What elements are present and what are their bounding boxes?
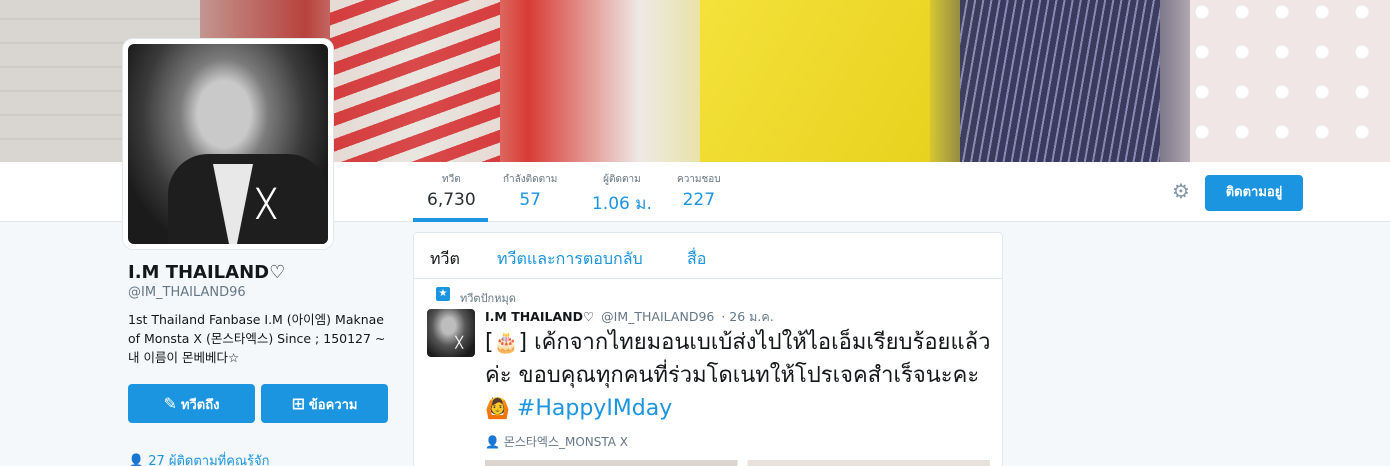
profile-name[interactable]: I.M THAILAND♡ [128,262,285,283]
tweet-text: [🎂] เค้กจากไทยมอนเบเบ้ส่งไปให้ไอเอ็มเรีย… [485,326,995,425]
stat-following[interactable]: กำลังติดตาม 57 [503,172,557,210]
stat-label: กำลังติดตาม [503,174,558,185]
tweet-to-button[interactable]: ✎ ทวีตถึง [128,384,255,423]
gear-icon[interactable]: ⚙ [1172,181,1192,201]
tweet-header: I.M THAILAND♡ @IM_THAILAND96 · 26 ม.ค. [485,307,774,327]
pinned-label-text: ทวีตปักหมุด [460,292,516,305]
active-stat-indicator [413,218,488,222]
banner-detail [330,0,500,162]
tweet-avatar[interactable]: ᚷ [427,309,475,357]
stat-value: 1.06 ม. [592,194,652,214]
profile-avatar[interactable]: ᚷ [123,39,333,249]
stat-value: 6,730 [427,190,476,210]
person-icon: 👤 [485,435,500,449]
pinned-tweet-label: ★ ทวีตปักหมุด [436,287,516,307]
tweet-mentioned-user[interactable]: 👤 몬스타엑스_MONSTA X [485,433,628,450]
profile-bio: 1st Thailand Fanbase I.M (아이엠) Maknae of… [128,312,386,365]
timeline: ทวีต ทวีตและการตอบกลับ สื่อ ★ ทวีตปักหมุ… [413,232,1003,466]
profile-handle[interactable]: @IM_THAILAND96 [128,285,246,300]
tweet-timestamp[interactable]: · 26 ม.ค. [721,309,773,324]
tweet-author-handle[interactable]: @IM_THAILAND96 [601,309,714,324]
banner-detail [960,0,1160,162]
tweet-media-preview[interactable] [485,460,990,466]
monsta-x-logo: ᚷ [455,335,464,351]
message-label: ข้อความ [308,398,358,413]
tweet-text-part: [ [485,330,494,355]
compose-icon: ✎ [163,394,177,413]
stat-value: 227 [682,190,716,210]
tweet-to-label: ทวีตถึง [180,398,220,413]
stat-label: ทวีต [441,174,461,185]
tab-media[interactable]: สื่อ [687,247,706,272]
person-gesture-icon: 🙆 [485,396,510,420]
followers-you-know-link[interactable]: 👤 27 ผู้ติดตามที่คุณรู้จัก [128,450,269,466]
pin-icon: ★ [436,287,450,301]
stat-followers[interactable]: ผู้ติดตาม 1.06 ม. [592,172,652,217]
tweet-author-name[interactable]: I.M THAILAND♡ [485,309,594,324]
stat-value: 57 [519,190,541,210]
message-button[interactable]: ⊞ ข้อความ [261,384,388,423]
tab-tweets[interactable]: ทวีต [430,247,460,272]
banner-detail [1190,0,1390,162]
followers-you-know-label: 27 ผู้ติดตามที่คุณรู้จัก [148,454,270,466]
stat-tweets[interactable]: ทวีต 6,730 [427,172,476,210]
timeline-tabs: ทวีต ทวีตและการตอบกลับ สื่อ [414,233,1002,279]
cake-icon: 🎂 [493,330,519,354]
stat-label: ผู้ติดตาม [603,174,641,185]
tab-tweets-replies[interactable]: ทวีตและการตอบกลับ [497,247,643,272]
monsta-x-logo: ᚷ [256,184,277,224]
banner-detail [700,0,930,162]
person-icon: 👤 [128,454,145,466]
following-button[interactable]: ติดตามอยู่ [1205,175,1303,211]
message-icon: ⊞ [291,394,305,413]
tweet-text-part: ] เค้กจากไทยมอนเบเบ้ส่งไปให้ไอเอ็มเรียบร… [485,330,991,388]
mention-label: 몬스타엑스_MONSTA X [503,435,629,449]
avatar-image: ᚷ [128,44,328,244]
tweet-hashtag[interactable]: #HappyIMday [517,396,672,421]
stat-label: ความชอบ [677,174,721,185]
stat-likes[interactable]: ความชอบ 227 [677,172,721,210]
